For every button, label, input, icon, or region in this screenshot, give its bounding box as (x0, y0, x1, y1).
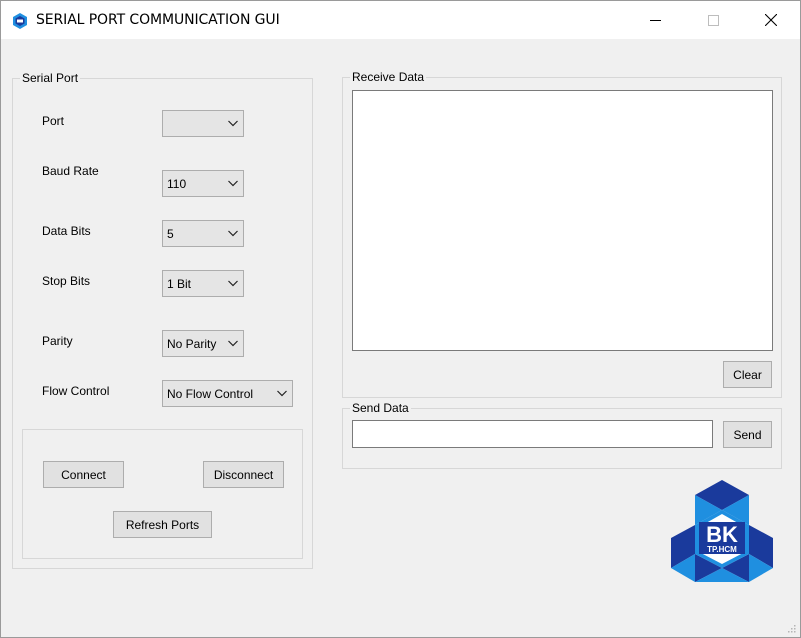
disconnect-button[interactable]: Disconnect (203, 461, 284, 488)
chevron-down-icon (277, 390, 287, 397)
send-data-input[interactable] (352, 420, 713, 448)
baud-rate-label: Baud Rate (42, 164, 99, 178)
flow-control-select[interactable]: No Flow Control (162, 380, 293, 407)
stop-bits-label: Stop Bits (42, 274, 91, 288)
chevron-down-icon (228, 340, 238, 347)
logo-text-sub: TP.HCM (707, 545, 737, 554)
baud-rate-select[interactable]: 110 (162, 170, 244, 197)
chevron-down-icon (228, 280, 238, 287)
send-button[interactable]: Send (723, 421, 772, 448)
stop-bits-select-value: 1 Bit (167, 277, 192, 291)
flow-control-label: Flow Control (42, 384, 110, 398)
send-data-group-title: Send Data (350, 401, 411, 415)
port-label: Port (42, 114, 65, 128)
app-logo-icon (13, 13, 27, 29)
data-bits-select[interactable]: 5 (162, 220, 244, 247)
clear-button[interactable]: Clear (723, 361, 772, 388)
resize-grip-icon[interactable] (786, 623, 796, 633)
close-button[interactable] (748, 1, 794, 39)
connection-buttons-group (22, 429, 303, 559)
port-select[interactable] (162, 110, 244, 137)
title-bar[interactable]: SERIAL PORT COMMUNICATION GUI (1, 1, 800, 39)
receive-data-textarea[interactable] (352, 90, 773, 351)
data-bits-select-value: 5 (167, 227, 174, 241)
connect-button[interactable]: Connect (43, 461, 124, 488)
chevron-down-icon (228, 180, 238, 187)
maximize-icon (707, 14, 719, 26)
flow-control-select-value: No Flow Control (167, 387, 254, 401)
stop-bits-select[interactable]: 1 Bit (162, 270, 244, 297)
app-window: SERIAL PORT COMMUNICATION GUI Serial Por… (0, 0, 801, 638)
baud-rate-select-value: 110 (167, 177, 187, 191)
bk-university-logo: BK TP.HCM (671, 480, 773, 582)
window-title: SERIAL PORT COMMUNICATION GUI (36, 12, 280, 28)
chevron-down-icon (228, 230, 238, 237)
minimize-icon (649, 19, 661, 21)
data-bits-label: Data Bits (42, 224, 91, 238)
refresh-ports-button[interactable]: Refresh Ports (113, 511, 212, 538)
parity-select-value: No Parity (167, 337, 217, 351)
close-icon (765, 14, 777, 26)
parity-label: Parity (42, 334, 73, 348)
receive-data-group-title: Receive Data (350, 70, 427, 84)
maximize-button[interactable] (690, 1, 736, 39)
parity-select[interactable]: No Parity (162, 330, 244, 357)
chevron-down-icon (228, 120, 238, 127)
logo-text-main: BK (706, 522, 738, 547)
serial-port-group-title: Serial Port (20, 71, 81, 85)
minimize-button[interactable] (632, 1, 678, 39)
